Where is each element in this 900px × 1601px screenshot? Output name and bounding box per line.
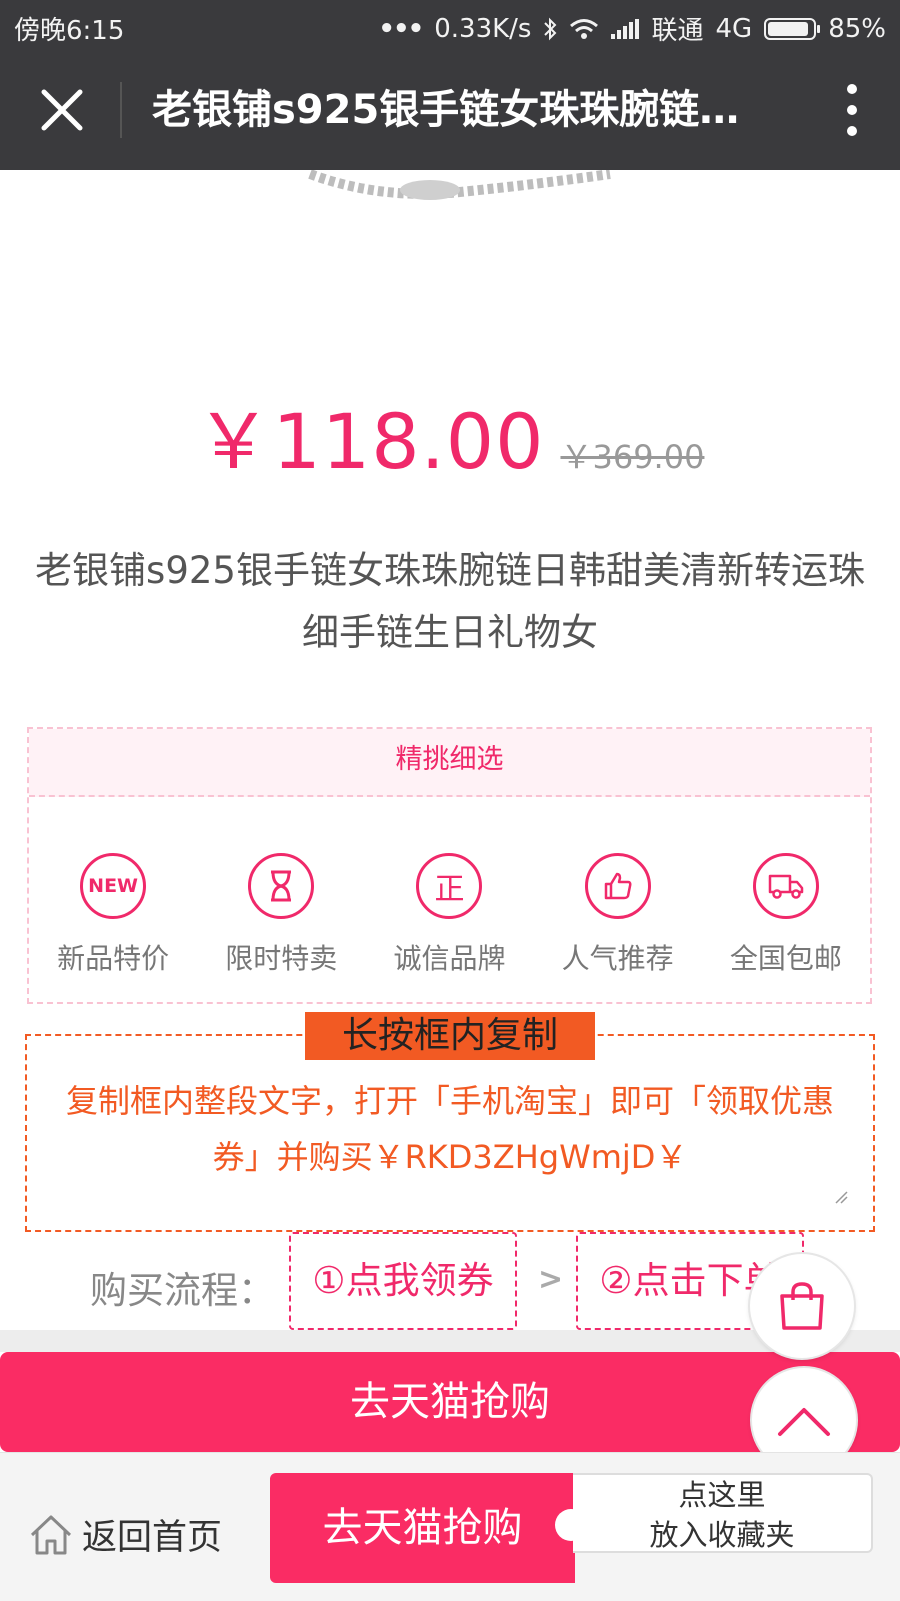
network-speed: 0.33K/s — [434, 13, 532, 44]
home-button[interactable]: 返回首页 — [28, 1509, 222, 1560]
feature-item: 限时特卖 — [206, 853, 356, 977]
feature-label: 人气推荐 — [561, 942, 674, 975]
copy-badge: 长按框内复制 — [305, 1012, 595, 1060]
current-price: ￥118.00 — [195, 397, 545, 486]
features-panel: 精挑细选 NEW 新品特价 限时特卖 正 诚信品牌 人气推荐 全国包邮 — [27, 727, 872, 1004]
battery-icon — [764, 17, 821, 40]
feature-item: 正 诚信品牌 — [374, 853, 524, 977]
cart-button[interactable] — [750, 1254, 854, 1358]
feature-label: 限时特卖 — [225, 942, 338, 975]
home-label: 返回首页 — [82, 1518, 223, 1558]
product-image — [308, 170, 611, 200]
more-dots-icon: ••• — [378, 13, 424, 44]
flow-label: 购买流程： — [90, 1269, 275, 1312]
shopping-bag-icon — [780, 1282, 824, 1330]
feature-label: 新品特价 — [57, 942, 170, 975]
thumbs-up-icon — [584, 853, 651, 919]
separator-dot — [555, 1509, 587, 1541]
title-separator — [120, 82, 122, 138]
bluetooth-icon — [544, 17, 557, 40]
battery-percent: 85% — [828, 13, 886, 44]
feature-label: 诚信品牌 — [393, 942, 506, 975]
favorite-button[interactable]: 点这里 放入收藏夹 — [573, 1473, 873, 1553]
status-time: 傍晚6:15 — [14, 16, 125, 46]
fav-line1: 点这里 — [678, 1478, 766, 1512]
signal-icon — [611, 18, 640, 39]
resize-handle-icon[interactable] — [834, 1190, 848, 1204]
hourglass-icon — [248, 853, 315, 919]
original-price: ￥369.00 — [560, 438, 705, 476]
truck-icon — [752, 853, 819, 919]
close-icon[interactable] — [36, 84, 88, 136]
title-bar: 老银铺s925银手链女珠珠腕链… — [0, 50, 900, 170]
price-row: ￥118.00 ￥369.00 — [0, 380, 900, 486]
feature-item: NEW 新品特价 — [38, 853, 188, 977]
status-right: ••• 0.33K/s 联通 4G 85% — [378, 10, 886, 47]
copy-text[interactable]: 复制框内整段文字，打开「手机淘宝」即可「领取优惠券」并购买￥RKD3ZHgWmj… — [60, 1073, 840, 1185]
feature-item: 全国包邮 — [711, 853, 861, 977]
features-header: 精挑细选 — [29, 729, 870, 797]
features-list: NEW 新品特价 限时特卖 正 诚信品牌 人气推荐 全国包邮 — [29, 797, 870, 977]
fav-line2: 放入收藏夹 — [649, 1518, 795, 1552]
zheng-icon: 正 — [416, 853, 483, 919]
network-type: 4G — [715, 13, 753, 44]
feature-item: 人气推荐 — [543, 853, 693, 977]
flow-arrow: > — [538, 1262, 564, 1297]
chevron-up-icon — [778, 1408, 830, 1436]
wifi-icon — [570, 18, 599, 39]
new-icon: NEW — [80, 853, 147, 919]
get-coupon-button[interactable]: ①点我领券 — [289, 1232, 517, 1330]
bottom-buy-button[interactable]: 去天猫抢购 — [270, 1473, 575, 1583]
product-title: 老银铺s925银手链女珠珠腕链日韩甜美清新转运珠细手链生日礼物女 — [35, 549, 865, 654]
feature-label: 全国包邮 — [729, 942, 842, 975]
more-menu-icon[interactable] — [846, 84, 858, 136]
status-bar: 傍晚6:15 ••• 0.33K/s 联通 4G 85% — [0, 0, 900, 50]
page-title: 老银铺s925银手链女珠珠腕链… — [152, 87, 740, 133]
bottom-bar: 返回首页 去天猫抢购 点这里 放入收藏夹 — [0, 1452, 900, 1601]
carrier: 联通 — [651, 16, 704, 46]
home-icon — [30, 1515, 72, 1554]
